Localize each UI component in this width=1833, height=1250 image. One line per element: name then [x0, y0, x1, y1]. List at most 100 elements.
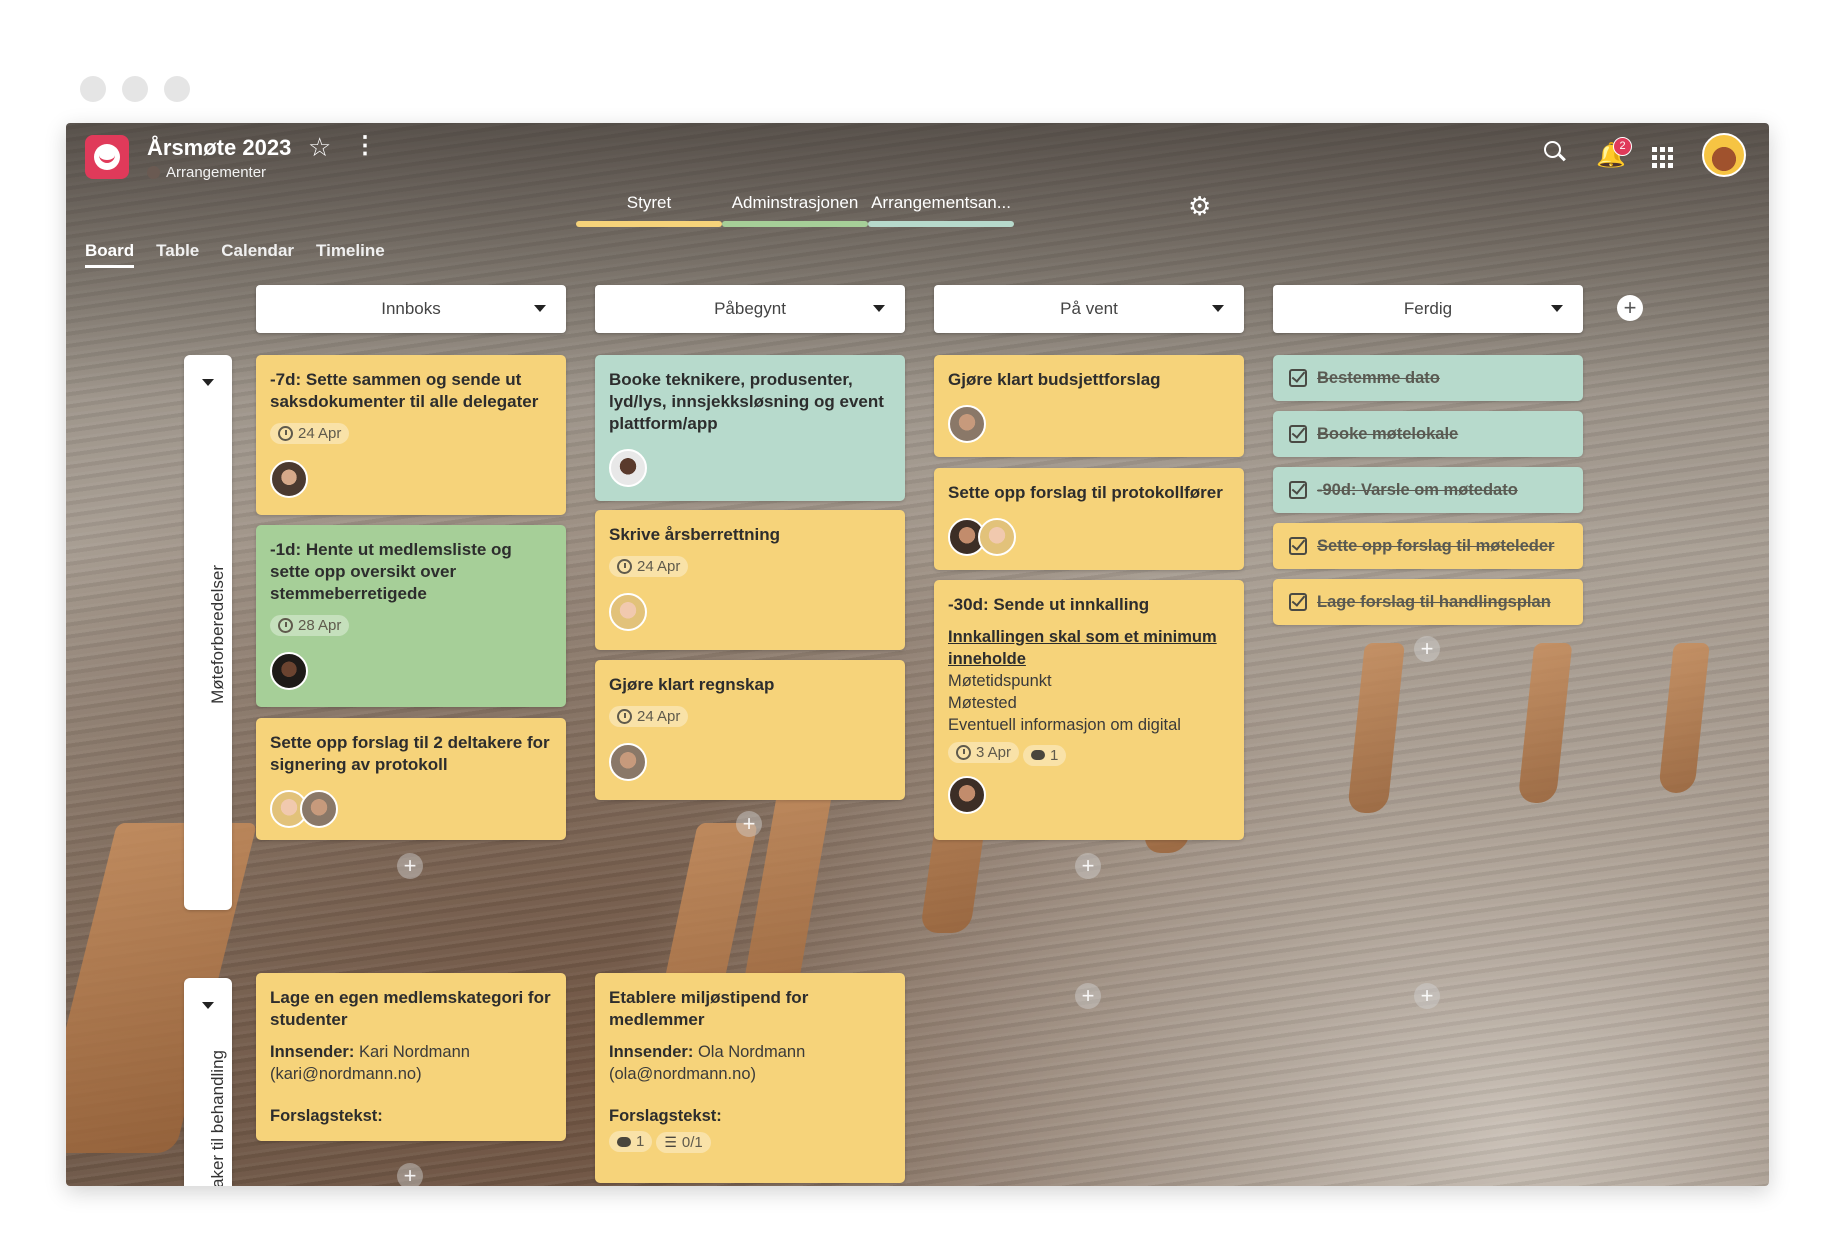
board-title[interactable]: Årsmøte 2023: [147, 135, 291, 161]
add-card-button[interactable]: +: [1414, 983, 1440, 1009]
clock-icon: [278, 426, 293, 441]
window-dot-close[interactable]: [80, 76, 106, 102]
card-title: -30d: Sende ut innkalling: [948, 595, 1150, 614]
task-card[interactable]: Gjøre klart budsjettforslag: [934, 355, 1244, 457]
task-card[interactable]: -1d: Hente ut medlemsliste og sette opp …: [256, 525, 566, 707]
description-heading[interactable]: Innkallingen skal som et minimum innehol…: [948, 626, 1230, 670]
checkbox-checked-icon[interactable]: [1289, 425, 1307, 443]
card-title: Skrive årsberrettning: [609, 525, 781, 544]
comment-icon: [1031, 750, 1046, 760]
assignees: [270, 652, 552, 690]
group-moteforberedelser[interactable]: Møteforberedelser: [184, 355, 232, 910]
comment-count: 1: [636, 1133, 645, 1150]
add-card-button[interactable]: +: [1075, 853, 1101, 879]
task-card[interactable]: -30d: Sende ut innkalling Innkallingen s…: [934, 580, 1244, 840]
tab-timeline[interactable]: Timeline: [316, 241, 385, 268]
chevron-down-icon[interactable]: [1551, 305, 1563, 312]
chevron-down-icon[interactable]: [202, 379, 214, 386]
avatar[interactable]: [978, 518, 1016, 556]
star-icon[interactable]: ☆: [308, 132, 331, 163]
avatar[interactable]: [300, 790, 338, 828]
column-title: Innboks: [381, 299, 441, 318]
due-date-badge: 24 Apr: [270, 423, 350, 444]
add-card-button[interactable]: +: [1075, 983, 1101, 1009]
tab-board[interactable]: Board: [85, 241, 135, 268]
avatar[interactable]: [609, 593, 647, 631]
avatar[interactable]: [948, 775, 986, 814]
avatar[interactable]: [270, 652, 308, 690]
task-card[interactable]: -7d: Sette sammen og sende ut saksdokume…: [256, 355, 566, 515]
task-card[interactable]: Etablere miljøstipend for medlemmer Inns…: [595, 973, 905, 1183]
window-dot-minimize[interactable]: [122, 76, 148, 102]
column-header-innboks[interactable]: Innboks: [256, 285, 566, 333]
add-card-button[interactable]: +: [1414, 636, 1440, 662]
group-label-text: Saker til behandling: [208, 1050, 227, 1186]
gear-icon[interactable]: ⚙: [1188, 191, 1211, 222]
board-subtitle[interactable]: Arrangementer: [147, 164, 266, 181]
lane-tab-arrangement[interactable]: Arrangementsan...: [868, 193, 1014, 227]
chevron-down-icon[interactable]: [1212, 305, 1224, 312]
add-card-button[interactable]: +: [397, 853, 423, 879]
comment-count-badge: 1: [1023, 744, 1067, 766]
card-title: -7d: Sette sammen og sende ut saksdokume…: [270, 370, 539, 411]
chevron-down-icon[interactable]: [534, 305, 546, 312]
column-header-ferdig[interactable]: Ferdig: [1273, 285, 1583, 333]
card-title: Lage forslag til handlingsplan: [1317, 592, 1551, 611]
lane-tab-label: Arrangementsan...: [871, 193, 1011, 212]
card-title: Bestemme dato: [1317, 368, 1440, 387]
lane-tab-styret[interactable]: Styret: [576, 193, 722, 227]
app-logo[interactable]: [85, 135, 129, 179]
checkbox-checked-icon[interactable]: [1289, 369, 1307, 387]
checklist-icon: ☰: [664, 1133, 677, 1150]
completed-card[interactable]: Lage forslag til handlingsplan: [1273, 579, 1583, 625]
avatar[interactable]: [609, 449, 647, 487]
search-icon[interactable]: [1544, 141, 1566, 162]
chevron-down-icon[interactable]: [873, 305, 885, 312]
column-title: Ferdig: [1403, 299, 1453, 318]
card-title: Gjøre klart regnskap: [609, 675, 775, 694]
assignees: [948, 775, 1230, 814]
card-title: Sette opp forslag til møteleder: [1317, 536, 1555, 555]
card-title: Gjøre klart budsjettforslag: [948, 370, 1161, 389]
description-line: Møtested: [948, 694, 1017, 712]
completed-card[interactable]: -90d: Varsle om møtedato: [1273, 467, 1583, 513]
lane-tab-label: Styret: [626, 193, 672, 212]
task-card[interactable]: Sette opp forslag til 2 deltakere for si…: [256, 718, 566, 840]
tab-table[interactable]: Table: [156, 241, 199, 268]
lane-tab-adminstrasjonen[interactable]: Adminstrasjonen: [722, 193, 868, 227]
due-date-badge: 24 Apr: [609, 706, 689, 727]
lane-tab-label: Adminstrasjonen: [731, 193, 859, 212]
completed-card[interactable]: Bestemme dato: [1273, 355, 1583, 401]
column-header-pa-vent[interactable]: På vent: [934, 285, 1244, 333]
task-card[interactable]: Gjøre klart regnskap 24 Apr: [595, 660, 905, 800]
add-card-button[interactable]: +: [397, 1163, 423, 1186]
description-line: Eventuell informasjon om digital: [948, 716, 1181, 734]
avatar[interactable]: [270, 460, 308, 498]
task-card[interactable]: Sette opp forslag til protokollfører: [934, 468, 1244, 570]
checkbox-checked-icon[interactable]: [1289, 593, 1307, 611]
checkbox-checked-icon[interactable]: [1289, 537, 1307, 555]
tab-calendar[interactable]: Calendar: [221, 241, 294, 268]
column-header-pabegynt[interactable]: Påbegynt: [595, 285, 905, 333]
comment-count: 1: [1050, 746, 1059, 764]
due-date: 24 Apr: [298, 425, 342, 442]
more-menu-icon[interactable]: ⋮: [353, 133, 377, 159]
column-title: Påbegynt: [714, 299, 786, 318]
task-card[interactable]: Skrive årsberrettning 24 Apr: [595, 510, 905, 650]
apps-grid-icon[interactable]: [1652, 147, 1673, 168]
completed-card[interactable]: Booke møtelokale: [1273, 411, 1583, 457]
add-column-button[interactable]: +: [1617, 295, 1643, 321]
window-dot-maximize[interactable]: [164, 76, 190, 102]
avatar[interactable]: [948, 405, 986, 443]
checkbox-checked-icon[interactable]: [1289, 481, 1307, 499]
chevron-down-icon[interactable]: [202, 1002, 214, 1009]
completed-card[interactable]: Sette opp forslag til møteleder: [1273, 523, 1583, 569]
group-saker-til-behandling[interactable]: Saker til behandling: [184, 978, 232, 1186]
lane-tab-bar: [576, 221, 722, 227]
avatar[interactable]: [609, 743, 647, 781]
user-avatar[interactable]: [1702, 133, 1746, 177]
task-card[interactable]: Lage en egen medlemskategori for student…: [256, 973, 566, 1141]
checklist-progress: 0/1: [681, 1133, 703, 1151]
task-card[interactable]: Booke teknikere, produsenter, lyd/lys, i…: [595, 355, 905, 501]
add-card-button[interactable]: +: [736, 811, 762, 837]
